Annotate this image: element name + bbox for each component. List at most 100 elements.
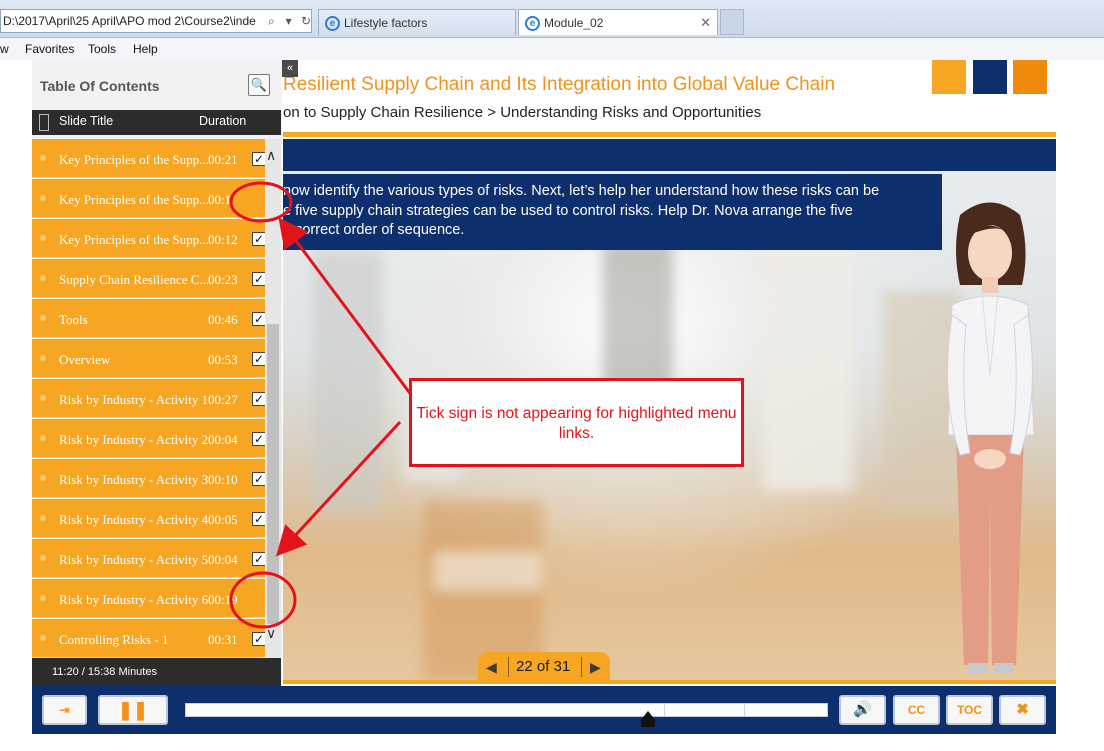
menu-item-tools[interactable]: Tools (88, 42, 116, 56)
toc-heading: Table Of Contents (40, 78, 160, 94)
checkmark-icon: ✓ (252, 272, 266, 286)
new-tab-button[interactable] (720, 9, 744, 35)
seek-segment-divider (744, 703, 745, 717)
toc-row-duration: 00:05 (208, 512, 238, 527)
column-duration: Duration (199, 114, 247, 128)
toc-row[interactable]: Risk by Industry - Activity 2 00:04 ✓ (32, 419, 266, 458)
annotation-callout: Tick sign is not appearing for highlight… (409, 378, 744, 467)
address-bar[interactable]: D:\2017\April\25 April\APO mod 2\Course2… (0, 9, 312, 33)
brand-square-dark-orange (1013, 60, 1047, 94)
menu-item-favorites[interactable]: Favorites (25, 42, 74, 56)
bullet-icon (40, 355, 46, 361)
toc-row[interactable]: Key Principles of the Supp... 00:1 (32, 179, 265, 218)
checkmark-icon: ✓ (252, 472, 266, 486)
browser-tab-lifestyle[interactable]: e Lifestyle factors (318, 9, 516, 35)
checkmark-icon: ✓ (252, 552, 266, 566)
toc-row-title: Risk by Industry - Activity 1 (59, 392, 209, 407)
ie-icon: e (325, 16, 340, 32)
toc-row-duration: 00:19 (208, 592, 238, 607)
pause-icon: ❚❚ (117, 700, 149, 720)
toc-row-title: Controlling Risks - 1 (59, 632, 169, 647)
toc-row[interactable]: Tools 00:46 ✓ (32, 299, 266, 338)
toc-row-title: Risk by Industry - Activity 6 (59, 592, 209, 607)
toc-row[interactable]: Supply Chain Resilience C... 00:23 ✓ (32, 259, 266, 298)
toc-row[interactable]: Overview 00:53 ✓ (32, 339, 266, 378)
instruction-line: e correct order of sequence. (283, 222, 465, 238)
instruction-line: e five supply chain strategies can be us… (283, 202, 853, 219)
toc-row-title: Key Principles of the Supp... (59, 192, 209, 207)
menu-item-view[interactable]: w (0, 42, 9, 56)
collapse-toc-button[interactable]: « (282, 60, 298, 77)
toc-row-duration: 00:21 (208, 152, 238, 167)
toc-row[interactable]: Key Principles of the Supp... 00:21 ✓ (32, 139, 266, 178)
browser-tab-module[interactable]: e Module_02 ✕ (518, 9, 718, 35)
toc-row[interactable]: Risk by Industry - Activity 1 00:27 ✓ (32, 379, 266, 418)
toc-row[interactable]: Risk by Industry - Activity 3 00:10 ✓ (32, 459, 266, 498)
checkmark-icon: ✓ (252, 432, 266, 446)
seek-bar[interactable] (185, 703, 828, 717)
seek-segment-divider (664, 703, 665, 717)
exit-button[interactable]: ⇥ (42, 695, 87, 725)
checkmark-icon: ✓ (252, 152, 266, 166)
toc-row[interactable]: Controlling Risks - 1 00:31 ✓ (32, 619, 266, 658)
bullet-icon (40, 395, 46, 401)
refresh-icon[interactable]: ↻ (299, 10, 311, 32)
menu-item-help[interactable]: Help (133, 42, 158, 56)
toc-row-duration: 00:27 (208, 392, 238, 407)
bullet-icon (40, 555, 46, 561)
instruction-box: now identify the various types of risks.… (283, 174, 942, 250)
checkmark-icon: ✓ (252, 312, 266, 326)
previous-slide-icon[interactable]: ◀ (486, 659, 497, 676)
scroll-down-icon[interactable]: ∨ (266, 625, 276, 642)
tab-label: Lifestyle factors (344, 16, 428, 30)
toc-row-title: Overview (59, 352, 111, 367)
bullet-icon (40, 155, 46, 161)
pager-divider (508, 657, 509, 677)
search-icon[interactable]: ⌕ (264, 10, 278, 32)
close-tab-icon[interactable]: ✕ (700, 10, 711, 36)
tab-label: Module_02 (544, 16, 604, 30)
toc-row-title: Supply Chain Resilience C... (59, 272, 209, 287)
volume-button[interactable]: 🔊 (839, 695, 886, 725)
toc-row[interactable]: Key Principles of the Supp... 00:12 ✓ (32, 219, 266, 258)
toc-row-title: Risk by Industry - Activity 3 (59, 472, 209, 487)
toc-row[interactable]: Risk by Industry - Activity 6 00:19 (32, 579, 265, 618)
instruction-line: now identify the various types of risks.… (283, 183, 880, 199)
toc-row-duration: 00:53 (208, 352, 238, 367)
toc-row-title: Risk by Industry - Activity 2 (59, 432, 209, 447)
character-illustration (947, 202, 1035, 673)
toc-scrollbar[interactable]: ∧ ∨ (265, 139, 281, 659)
bullet-icon (40, 235, 46, 241)
scroll-up-icon[interactable]: ∧ (266, 147, 276, 164)
checkmark-icon: ✓ (252, 632, 266, 646)
address-text: D:\2017\April\25 April\APO mod 2\Course2… (3, 14, 256, 28)
toc-row[interactable]: Risk by Industry - Activity 5 00:04 ✓ (32, 539, 266, 578)
search-icon[interactable]: 🔍 (248, 74, 270, 96)
stage-bottom-rule (283, 680, 1056, 684)
bullet-icon (40, 515, 46, 521)
bg-floor-reflection (433, 551, 543, 591)
bg-wall-left (313, 251, 383, 511)
bullet-icon (40, 435, 46, 441)
menu-bar: w Favorites Tools Help (0, 38, 1104, 60)
seek-handle-base[interactable] (640, 721, 655, 727)
next-slide-icon[interactable]: ▶ (590, 659, 601, 676)
seek-handle[interactable] (639, 711, 656, 721)
toc-button[interactable]: TOC (946, 695, 993, 725)
course-title: Resilient Supply Chain and Its Integrati… (283, 74, 836, 95)
toc-row[interactable]: Risk by Industry - Activity 4 00:05 ✓ (32, 499, 266, 538)
slide-counter: 22 of 31 (516, 658, 571, 675)
close-button[interactable]: ✖ (999, 695, 1046, 725)
header-band (283, 139, 1056, 171)
cc-button[interactable]: CC (893, 695, 940, 725)
toc-row-title: Risk by Industry - Activity 4 (59, 512, 209, 527)
pause-button[interactable]: ❚❚ (98, 695, 168, 725)
toc-column-header: Slide Title Duration (32, 110, 281, 135)
bullet-icon (40, 475, 46, 481)
speaker-icon: 🔊 (853, 701, 872, 718)
dropdown-icon[interactable]: ▾ (282, 10, 296, 32)
scroll-thumb[interactable] (267, 324, 279, 624)
toc-row-duration: 00:04 (208, 432, 238, 447)
pager-divider (581, 657, 582, 677)
checkmark-icon: ✓ (252, 392, 266, 406)
